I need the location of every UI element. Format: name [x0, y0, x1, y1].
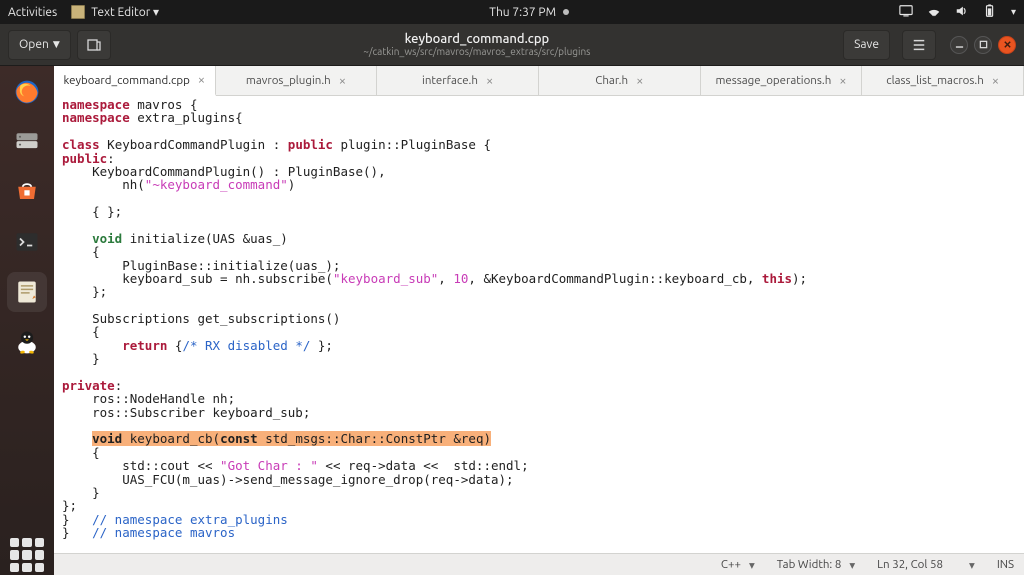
tab-label: interface.h [422, 74, 478, 87]
tab-label: keyboard_command.cpp [64, 74, 190, 87]
text-editor-menu[interactable]: Text Editor ▾ [71, 5, 159, 19]
activities-button[interactable]: Activities [8, 6, 57, 19]
code-area[interactable]: namespace mavros { namespace extra_plugi… [54, 96, 1024, 553]
status-cursor-position: Ln 32, Col 58 [877, 558, 943, 571]
header-title: keyboard_command.cpp ~/catkin_ws/src/mav… [111, 32, 843, 57]
new-tab-button[interactable] [77, 30, 111, 60]
dock-files[interactable] [7, 122, 47, 162]
tab-5[interactable]: class_list_macros.h × [862, 66, 1024, 95]
app-menu-label: Text Editor ▾ [91, 5, 159, 19]
dock-show-apps[interactable] [7, 535, 47, 575]
volume-icon[interactable] [955, 4, 969, 21]
dock [0, 66, 54, 575]
close-icon[interactable]: × [339, 74, 346, 88]
dock-text-editor[interactable] [7, 272, 47, 312]
close-icon[interactable]: × [486, 74, 493, 88]
dock-firefox[interactable] [7, 72, 47, 112]
tab-2[interactable]: interface.h × [377, 66, 539, 95]
close-icon[interactable]: × [636, 74, 643, 88]
status-insert-mode[interactable] [965, 558, 975, 572]
status-language[interactable]: C++ [721, 558, 755, 572]
screen-icon[interactable] [899, 4, 913, 21]
maximize-button[interactable] [974, 36, 992, 54]
status-bar: C++ Tab Width: 8 Ln 32, Col 58 INS [54, 553, 1024, 575]
system-menu-chevron[interactable]: ▾ [1011, 6, 1016, 18]
close-button[interactable] [998, 36, 1016, 54]
open-button[interactable]: Open▼ [8, 30, 71, 60]
tab-label: message_operations.h [715, 74, 831, 87]
highlighted-line: void keyboard_cb(const std_msgs::Char::C… [92, 431, 491, 446]
editor-panel: keyboard_command.cpp × mavros_plugin.h × i… [54, 66, 1024, 575]
tab-label: mavros_plugin.h [246, 74, 331, 87]
system-top-bar: Activities Text Editor ▾ Thu 7:37 PM ▾ [0, 0, 1024, 24]
dock-tux[interactable] [7, 322, 47, 362]
clock[interactable]: Thu 7:37 PM [489, 6, 556, 19]
text-editor-icon [71, 5, 85, 19]
minimize-button[interactable] [950, 36, 968, 54]
close-icon[interactable]: × [992, 74, 999, 88]
network-icon[interactable] [927, 4, 941, 21]
tab-label: Char.h [595, 74, 628, 87]
header-title-text: keyboard_command.cpp [111, 32, 843, 46]
tab-label: class_list_macros.h [886, 74, 984, 87]
battery-icon[interactable] [983, 4, 997, 21]
tab-bar: keyboard_command.cpp × mavros_plugin.h × i… [54, 66, 1024, 96]
status-insert-mode-label[interactable]: INS [997, 558, 1014, 571]
close-icon[interactable]: × [839, 74, 846, 88]
header-subtitle: ~/catkin_ws/src/mavros/mavros_extras/src… [111, 46, 843, 57]
close-icon[interactable]: × [198, 73, 205, 87]
hamburger-menu-button[interactable] [902, 30, 936, 60]
status-tab-width[interactable]: Tab Width: 8 [777, 558, 855, 572]
tab-4[interactable]: message_operations.h × [701, 66, 863, 95]
dock-terminal[interactable] [7, 222, 47, 262]
tab-3[interactable]: Char.h × [539, 66, 701, 95]
gedit-header-bar: Open▼ keyboard_command.cpp ~/catkin_ws/s… [0, 24, 1024, 66]
tab-0[interactable]: keyboard_command.cpp × [54, 66, 216, 96]
tab-1[interactable]: mavros_plugin.h × [216, 66, 378, 95]
dock-software[interactable] [7, 172, 47, 212]
notification-dot [563, 9, 569, 15]
save-button[interactable]: Save [843, 30, 890, 60]
